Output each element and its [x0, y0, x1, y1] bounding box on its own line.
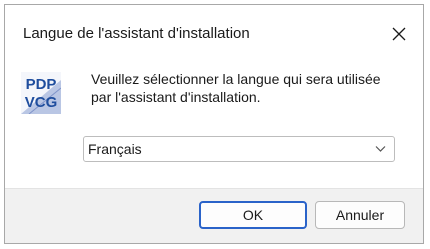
button-bar: OK Annuler [5, 188, 423, 243]
language-dialog: Langue de l'assistant d'installation PDP… [4, 4, 424, 244]
title-bar: Langue de l'assistant d'installation [5, 5, 423, 63]
close-icon [392, 27, 406, 41]
logo-text-top: PDP [26, 76, 57, 93]
ok-button[interactable]: OK [199, 201, 307, 229]
logo-text-bottom: VCG [25, 94, 58, 111]
app-logo-icon: PDP VCG [21, 72, 61, 114]
instruction-line-2: par l'assistant d'installation. [91, 89, 261, 105]
language-select-value: Français [88, 141, 142, 157]
instruction-line-1: Veuillez sélectionner la langue qui sera… [91, 71, 381, 87]
instruction-text: Veuillez sélectionner la langue qui sera… [91, 70, 411, 106]
window-title: Langue de l'assistant d'installation [23, 25, 250, 42]
cancel-button[interactable]: Annuler [315, 201, 405, 229]
close-button[interactable] [375, 5, 423, 63]
language-select[interactable]: Français [83, 136, 395, 162]
chevron-down-icon [375, 146, 386, 152]
